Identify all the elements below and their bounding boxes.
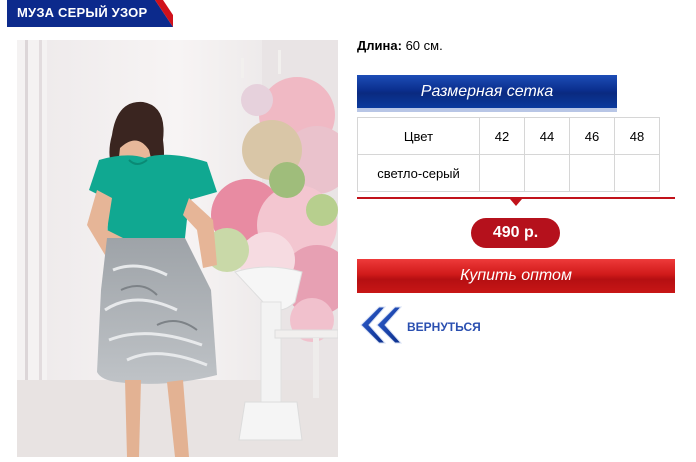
back-link[interactable]: ВЕРНУТЬСЯ	[357, 305, 497, 349]
color-cell: светло-серый	[357, 154, 480, 192]
product-title-tab: МУЗА СЕРЫЙ УЗОР	[7, 0, 173, 27]
product-title: МУЗА СЕРЫЙ УЗОР	[17, 5, 148, 20]
color-header: Цвет	[357, 117, 480, 155]
size-table: Цвет 42 44 46 48 светло-серый	[357, 117, 660, 192]
product-photo	[17, 40, 352, 457]
quantity-cell[interactable]	[479, 154, 525, 192]
size-chart-button[interactable]: Размерная сетка	[357, 75, 617, 112]
buy-wholesale-button[interactable]: Купить оптом	[357, 259, 675, 293]
double-chevron-left-icon	[360, 306, 403, 344]
size-header: 48	[614, 117, 660, 155]
pointer-triangle-icon	[510, 199, 522, 206]
quantity-cell[interactable]	[569, 154, 615, 192]
size-header: 46	[569, 117, 615, 155]
length-value: 60 см.	[405, 38, 443, 53]
quantity-cell[interactable]	[614, 154, 660, 192]
table-row: светло-серый	[357, 154, 660, 192]
product-length: Длина: 60 см.	[357, 38, 443, 53]
length-label: Длина:	[357, 38, 402, 53]
quantity-cell[interactable]	[524, 154, 570, 192]
back-label[interactable]: ВЕРНУТЬСЯ	[407, 320, 481, 334]
size-header: 44	[524, 117, 570, 155]
price-badge: 490 р.	[471, 218, 560, 248]
table-row: Цвет 42 44 46 48	[357, 117, 660, 155]
size-header: 42	[479, 117, 525, 155]
